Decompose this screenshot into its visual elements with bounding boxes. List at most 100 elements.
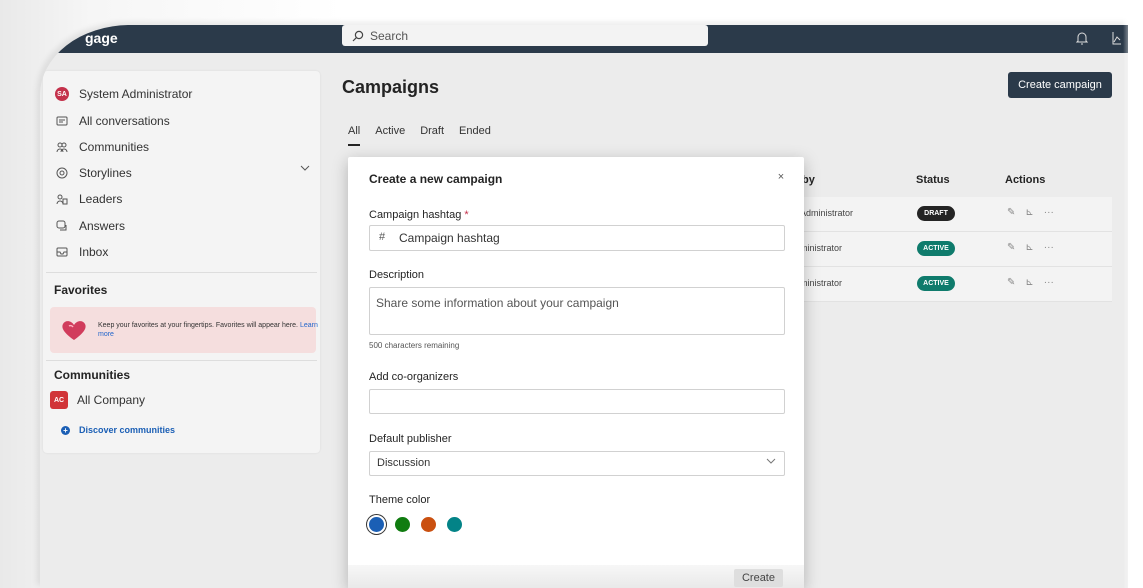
- discover-label: Discover communities: [79, 425, 176, 435]
- status-badge: ACTIVE: [917, 241, 955, 256]
- hashtag-label: Campaign hashtag *: [369, 209, 469, 221]
- created-by: ministrator: [800, 278, 843, 288]
- sidebar-item-label: Inbox: [79, 245, 109, 259]
- sidebar-item-inbox[interactable]: Inbox: [55, 245, 108, 259]
- more-icon[interactable]: ···: [1044, 242, 1054, 253]
- edit-icon[interactable]: ✎: [1007, 277, 1015, 288]
- community-name: All Company: [77, 393, 146, 407]
- publisher-select[interactable]: Discussion: [369, 451, 785, 476]
- top-bar: gage Search: [40, 25, 1128, 53]
- campaign-tabs: All Active Draft Ended: [348, 125, 506, 146]
- discover-communities-link[interactable]: + Discover communities: [61, 425, 175, 435]
- sidebar-item-label: Answers: [79, 219, 126, 233]
- edit-icon[interactable]: ✎: [1007, 207, 1015, 218]
- close-icon[interactable]: ×: [775, 171, 787, 183]
- communities-icon: [55, 140, 69, 154]
- chart-icon[interactable]: [1112, 31, 1122, 45]
- plus-icon: +: [61, 425, 70, 435]
- app-brand[interactable]: gage: [85, 30, 118, 46]
- analytics-icon[interactable]: ⊾: [1025, 277, 1033, 288]
- sidebar-item-label: All conversations: [79, 114, 170, 128]
- chevron-down-icon: [766, 458, 776, 464]
- created-by: ministrator: [800, 243, 843, 253]
- answers-icon: [55, 219, 69, 233]
- hashtag-label-text: Campaign hashtag: [369, 209, 462, 221]
- sidebar-item-leaders[interactable]: Leaders: [55, 192, 122, 206]
- analytics-icon[interactable]: ⊾: [1025, 242, 1033, 253]
- tab-ended[interactable]: Ended: [459, 125, 491, 145]
- row-actions: ✎ ⊾ ···: [1007, 242, 1054, 253]
- favorites-heading: Favorites: [54, 283, 108, 297]
- sidebar-item-answers[interactable]: Answers: [55, 219, 125, 233]
- favorites-hint: Keep your favorites at your fingertips. …: [98, 321, 318, 339]
- publisher-label: Default publisher: [369, 433, 452, 445]
- publisher-value: Discussion: [377, 457, 431, 469]
- conversations-icon: [55, 114, 69, 128]
- search-placeholder: Search: [370, 28, 409, 43]
- row-actions: ✎ ⊾ ···: [1007, 207, 1054, 218]
- sidebar-item-storylines[interactable]: Storylines: [55, 166, 132, 180]
- theme-color-picker: [369, 517, 462, 532]
- search-icon: [352, 30, 364, 41]
- color-swatch-orange[interactable]: [421, 517, 436, 532]
- edit-icon[interactable]: ✎: [1007, 242, 1015, 253]
- tab-all[interactable]: All: [348, 125, 361, 146]
- table-row[interactable]: Administrator DRAFT ✎ ⊾ ···: [800, 197, 1112, 232]
- sidebar-item-all-conversations[interactable]: All conversations: [55, 114, 170, 128]
- user-profile[interactable]: SA System Administrator: [55, 87, 192, 101]
- table-row[interactable]: ministrator ACTIVE ✎ ⊾ ···: [800, 267, 1112, 302]
- tab-active[interactable]: Active: [375, 125, 405, 145]
- divider: [46, 360, 317, 361]
- analytics-icon[interactable]: ⊾: [1025, 207, 1033, 218]
- favorites-card: Keep your favorites at your fingertips. …: [50, 307, 318, 353]
- coorganizers-input[interactable]: [369, 389, 785, 414]
- description-placeholder: Share some information about your campai…: [376, 296, 619, 310]
- communities-heading: Communities: [54, 368, 131, 382]
- bell-icon[interactable]: [1076, 31, 1088, 45]
- color-swatch-teal[interactable]: [447, 517, 462, 532]
- create-button[interactable]: Create: [733, 569, 783, 587]
- create-campaign-dialog: Create a new campaign × Campaign hashtag…: [348, 157, 804, 588]
- sidebar-item-label: Leaders: [79, 192, 123, 206]
- sidebar-item-label: Communities: [79, 140, 150, 154]
- dialog-footer: Create: [348, 565, 804, 588]
- description-label: Description: [369, 269, 425, 281]
- column-header-actions: Actions: [1005, 174, 1046, 186]
- color-swatch-blue[interactable]: [369, 517, 384, 532]
- characters-remaining: 500 characters remaining: [369, 341, 460, 350]
- left-nav: SA System Administrator All conversation…: [43, 71, 320, 453]
- divider: [46, 272, 317, 273]
- create-campaign-button[interactable]: Create campaign: [1008, 72, 1112, 98]
- chevron-down-icon[interactable]: [300, 165, 310, 171]
- storylines-icon: [55, 166, 69, 180]
- avatar: SA: [55, 87, 69, 101]
- theme-color-label: Theme color: [369, 494, 431, 506]
- more-icon[interactable]: ···: [1044, 207, 1054, 218]
- required-mark: *: [464, 209, 469, 221]
- favorites-hint-text: Keep your favorites at your fingertips. …: [98, 322, 298, 329]
- hashtag-placeholder: Campaign hashtag: [399, 231, 500, 245]
- dialog-title: Create a new campaign: [369, 172, 503, 186]
- row-actions: ✎ ⊾ ···: [1007, 277, 1054, 288]
- sidebar-item-label: Storylines: [79, 166, 132, 180]
- status-badge: DRAFT: [917, 206, 955, 221]
- tab-draft[interactable]: Draft: [420, 125, 444, 145]
- page-title: Campaigns: [342, 77, 440, 97]
- heart-icon: [62, 321, 86, 340]
- community-all-company[interactable]: AC All Company: [50, 391, 145, 409]
- column-header-status: Status: [916, 174, 950, 186]
- created-by: Administrator: [800, 208, 854, 218]
- leaders-icon: [55, 192, 69, 206]
- status-badge: ACTIVE: [917, 276, 955, 291]
- more-icon[interactable]: ···: [1044, 277, 1054, 288]
- page-edge-decoration: [1123, 0, 1143, 588]
- coorganizers-label: Add co-organizers: [369, 371, 459, 383]
- sidebar-item-communities[interactable]: Communities: [55, 140, 149, 154]
- color-swatch-green[interactable]: [395, 517, 410, 532]
- search-box[interactable]: Search: [342, 25, 708, 46]
- description-textarea[interactable]: Share some information about your campai…: [369, 287, 785, 335]
- hashtag-input[interactable]: # Campaign hashtag: [369, 225, 785, 251]
- hashtag-prefix: #: [379, 231, 386, 243]
- table-row[interactable]: ministrator ACTIVE ✎ ⊾ ···: [800, 232, 1112, 267]
- community-avatar: AC: [50, 391, 68, 409]
